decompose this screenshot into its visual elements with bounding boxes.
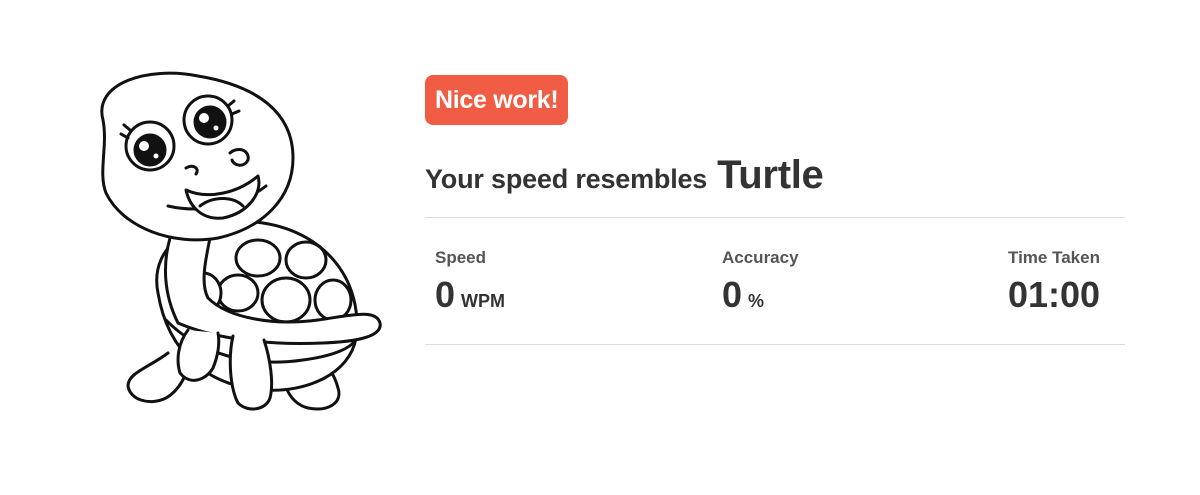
stat-speed-value-row: 0 WPM — [435, 274, 505, 316]
speed-animal: Turtle — [717, 153, 824, 197]
headline-prefix: Your speed resembles — [425, 164, 708, 194]
stat-accuracy-label: Accuracy — [722, 248, 799, 267]
stat-accuracy-unit: % — [748, 291, 765, 311]
stat-speed: Speed 0 WPM — [435, 248, 505, 316]
stat-time-value-row: 01:00 — [1008, 274, 1100, 316]
stat-time-taken: Time Taken 01:00 — [1008, 248, 1100, 316]
stats-row: Speed 0 WPM Accuracy 0% Time Taken 01:00 — [425, 218, 1125, 344]
stat-speed-unit: WPM — [461, 291, 506, 311]
result-panel: Nice work! Your speed resembles Turtle S… — [425, 75, 1125, 345]
turtle-illustration-icon — [88, 68, 398, 428]
divider-bottom — [425, 344, 1125, 345]
result-badge: Nice work! — [425, 75, 569, 125]
stat-accuracy: Accuracy 0% — [722, 248, 799, 316]
stat-accuracy-value: 0 — [722, 274, 743, 315]
speed-headline: Your speed resembles Turtle — [425, 153, 1125, 203]
stat-time-label: Time Taken — [1008, 248, 1100, 267]
stat-speed-label: Speed — [435, 248, 487, 267]
stat-speed-value: 0 — [435, 274, 456, 315]
stat-accuracy-value-row: 0% — [722, 274, 799, 316]
stat-time-value: 01:00 — [1008, 274, 1101, 315]
